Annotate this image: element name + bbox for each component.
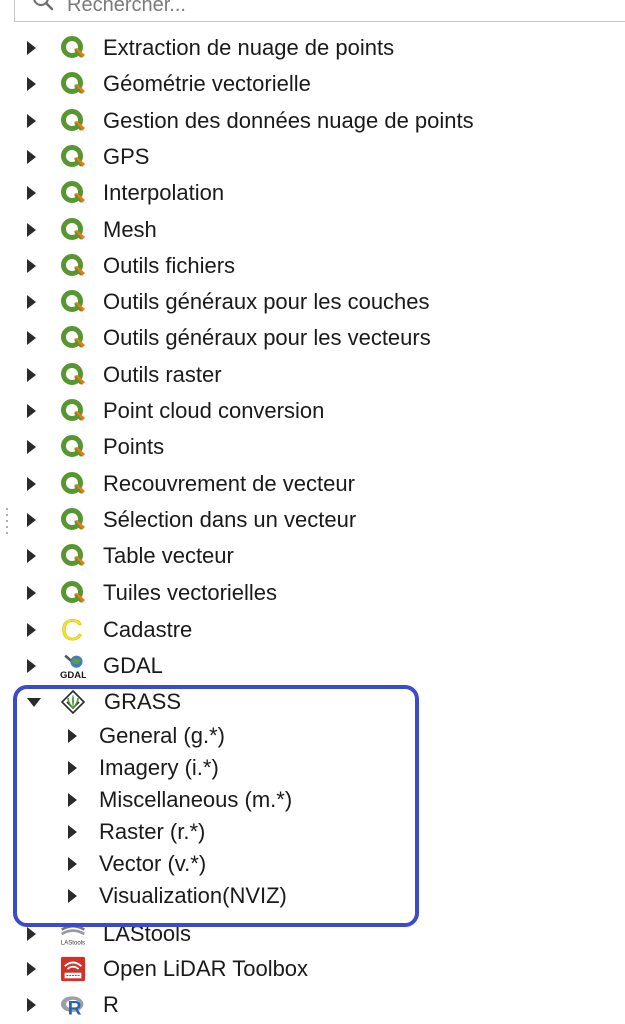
splitter-handle[interactable] [6, 508, 8, 542]
expand-arrow-icon[interactable] [68, 793, 77, 807]
tree-item-label: General (g.*) [99, 723, 225, 748]
tree-item-label: Vector (v.*) [99, 851, 207, 876]
tree-item-label: R [103, 992, 119, 1017]
svg-text:LAStools: LAStools [61, 940, 85, 946]
expand-arrow-icon[interactable] [68, 857, 77, 871]
tree-item-label: Interpolation [103, 180, 225, 206]
r-icon: R [60, 992, 86, 1018]
expand-arrow-icon[interactable] [27, 512, 36, 527]
tree-item-label: Outils généraux pour les vecteurs [103, 325, 431, 351]
qgis-icon [60, 180, 86, 206]
qgis-icon [60, 362, 86, 388]
expand-arrow-icon[interactable] [27, 367, 36, 382]
qgis-icon [60, 471, 86, 497]
tree-item-label: Miscellaneous (m.*) [99, 787, 293, 812]
tree-item-label: Cadastre [103, 617, 193, 642]
qgis-icon [60, 217, 86, 243]
tree-item-label: Visualization(NVIZ) [99, 883, 287, 908]
tree-item-label: GRASS [104, 689, 182, 714]
tree-item-label: Point cloud conversion [103, 398, 325, 423]
qgis-icon [60, 507, 86, 533]
expand-arrow-icon[interactable] [27, 440, 36, 455]
tree-item-label: Outils généraux pour les couches [103, 289, 430, 315]
tree-item-label: Gestion des données nuage de points [103, 107, 474, 133]
qgis-icon [60, 108, 86, 134]
tree-item-label: Table vecteur [103, 543, 234, 569]
search-icon [33, 0, 54, 11]
expand-arrow-icon[interactable] [68, 761, 77, 775]
expand-arrow-icon[interactable] [27, 295, 36, 310]
tree-item-label: LAStools [103, 921, 192, 946]
collapse-arrow-icon[interactable] [27, 697, 41, 707]
search-input[interactable] [67, 0, 587, 17]
qgis-icon [60, 71, 86, 97]
gdal-icon: GDAL [60, 653, 86, 681]
expand-arrow-icon[interactable] [27, 659, 36, 673]
qgis-icon [60, 543, 86, 569]
expand-arrow-icon[interactable] [27, 585, 36, 600]
expand-arrow-icon[interactable] [27, 404, 36, 418]
tree-item-label: Sélection dans un vecteur [103, 506, 357, 532]
svg-text:C: C [61, 615, 83, 645]
qgis-icon [60, 325, 86, 351]
expand-arrow-icon[interactable] [68, 825, 77, 839]
expand-arrow-icon[interactable] [27, 927, 36, 941]
qgis-icon [60, 144, 86, 170]
expand-arrow-icon[interactable] [27, 258, 36, 273]
qgis-icon [60, 289, 86, 315]
tree-item-label: Outils fichiers [103, 252, 236, 278]
expand-arrow-icon[interactable] [27, 962, 36, 976]
tree-item-label: Open LiDAR Toolbox [103, 956, 309, 981]
expand-arrow-icon[interactable] [27, 149, 36, 164]
tree-item-label: GPS [103, 143, 150, 169]
tree-item-label: Imagery (i.*) [99, 755, 219, 780]
tree-item-label: Outils raster [103, 361, 222, 387]
qgis-icon [60, 580, 86, 606]
search-bar[interactable] [14, 0, 625, 22]
expand-arrow-icon[interactable] [27, 41, 36, 55]
cadastre-icon: C [60, 615, 86, 645]
tree-item-label: Géométrie vectorielle [103, 71, 311, 97]
expand-arrow-icon[interactable] [27, 549, 36, 564]
tree-item-label: Tuiles vectorielles [103, 579, 278, 605]
tree-item-label: Recouvrement de vecteur [103, 470, 355, 496]
tree-item-label: Raster (r.*) [99, 819, 206, 844]
expand-arrow-icon[interactable] [27, 998, 36, 1012]
expand-arrow-icon[interactable] [68, 729, 77, 743]
svg-text:R: R [68, 999, 82, 1018]
expand-arrow-icon[interactable] [68, 889, 77, 903]
tree-item-label: GDAL [103, 653, 163, 678]
lastools-icon: LAStools [60, 921, 86, 947]
qgis-icon [60, 398, 86, 424]
qgis-icon [60, 434, 86, 460]
expand-arrow-icon[interactable] [27, 77, 36, 92]
expand-arrow-icon[interactable] [27, 476, 36, 491]
qgis-icon [60, 253, 86, 279]
expand-arrow-icon[interactable] [27, 186, 36, 201]
qgis-icon [60, 35, 86, 61]
expand-arrow-icon[interactable] [27, 222, 36, 237]
expand-arrow-icon[interactable] [27, 113, 36, 128]
open-lidar-icon [60, 956, 86, 982]
grass-icon [60, 689, 86, 715]
tree-item-label: Mesh [103, 216, 157, 242]
tree-item-label: Extraction de nuage de points [103, 35, 395, 60]
tree-item-label: Points [103, 434, 165, 460]
svg-text:GDAL: GDAL [60, 670, 86, 681]
expand-arrow-icon[interactable] [27, 331, 36, 346]
expand-arrow-icon[interactable] [27, 623, 36, 637]
